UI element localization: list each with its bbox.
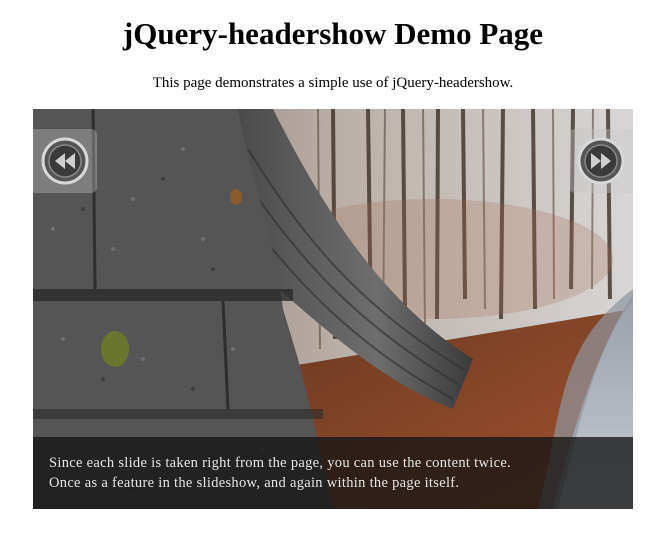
page-subtitle: This page demonstrates a simple use of j…	[152, 75, 514, 91]
page-title: jQuery-headershow Demo Page	[122, 16, 544, 51]
caption-line-1: Since each slide is taken right from the…	[49, 455, 511, 471]
next-slide-button[interactable]	[569, 129, 633, 193]
headershow-slideshow: Since each slide is taken right from the…	[33, 109, 633, 509]
demo-page: jQuery-headershow Demo Page This page de…	[0, 0, 666, 535]
caption-line-2: Once as a feature in the slideshow, and …	[49, 475, 460, 491]
previous-slide-button[interactable]	[33, 129, 97, 193]
slide-caption: Since each slide is taken right from the…	[33, 437, 633, 509]
fast-forward-icon	[577, 137, 625, 185]
rewind-icon	[41, 137, 89, 185]
